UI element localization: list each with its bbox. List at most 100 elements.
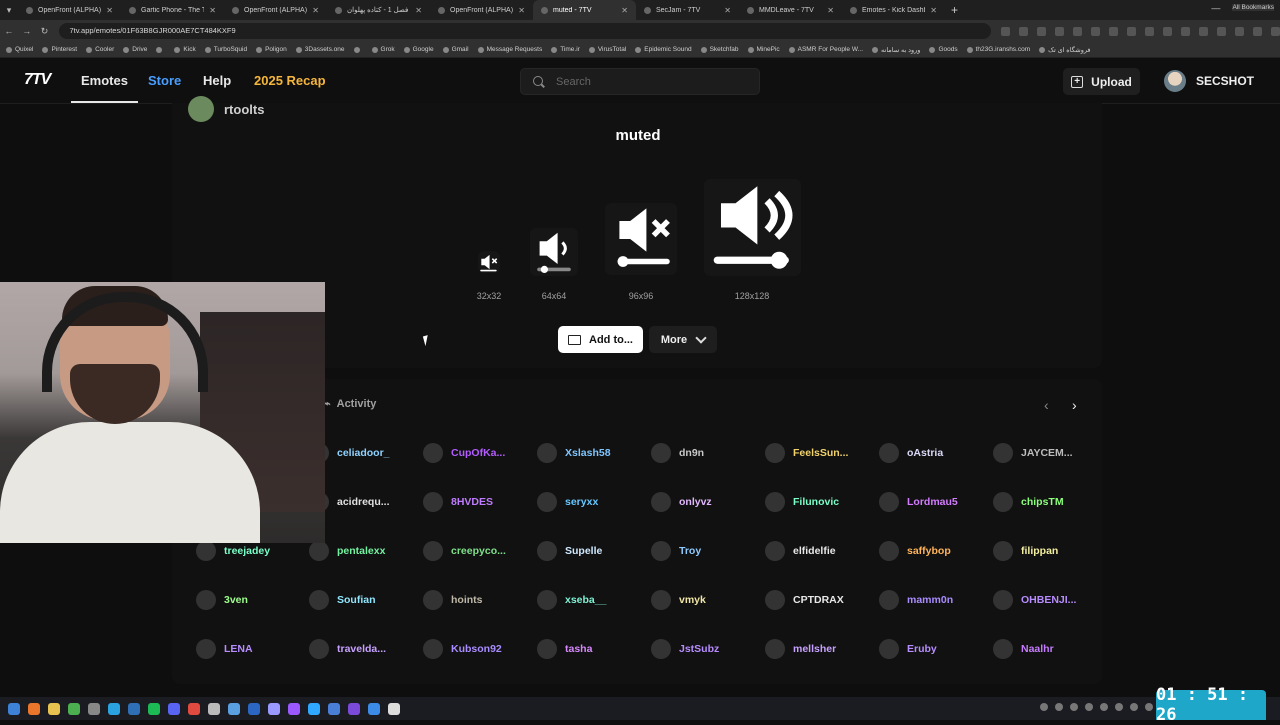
close-tab-icon[interactable]: ✕ — [621, 6, 628, 15]
user-menu[interactable]: SECSHOT — [1164, 70, 1254, 92]
chrome-icon[interactable] — [68, 702, 80, 715]
close-tab-icon[interactable]: ✕ — [930, 6, 937, 15]
bookmark-item[interactable]: Grok — [371, 46, 395, 53]
extension-icon[interactable] — [1162, 26, 1172, 36]
tray-icon[interactable] — [1040, 703, 1048, 711]
activity-user[interactable]: Kubson92 — [423, 639, 502, 659]
bookmark-item[interactable]: ورود به سامانه — [872, 46, 920, 54]
extension-icon[interactable] — [1036, 26, 1046, 36]
search-input[interactable] — [554, 74, 738, 89]
browser-tab[interactable]: Emotes - Kick Dashboard ✕ — [842, 0, 945, 20]
activity-user[interactable]: treejadey — [196, 541, 270, 561]
after-effects-icon[interactable] — [268, 702, 280, 715]
activity-user[interactable]: 8HVDES — [423, 492, 493, 512]
extension-icon[interactable] — [1072, 26, 1082, 36]
bookmark-item[interactable]: Poligon — [256, 46, 287, 53]
activity-user[interactable]: FeelsSun... — [765, 443, 848, 463]
activity-user[interactable]: JAYCEM... — [993, 443, 1073, 463]
activity-user[interactable]: hoints — [423, 590, 483, 610]
activity-user[interactable]: onlyvz — [651, 492, 712, 512]
activity-user[interactable]: pentalexx — [309, 541, 385, 561]
forward-icon[interactable]: → — [18, 26, 36, 36]
activity-user[interactable]: 3ven — [196, 590, 248, 610]
activity-user[interactable]: xseba__ — [537, 590, 606, 610]
activity-user[interactable]: Lordmau5 — [879, 492, 958, 512]
bookmark-item[interactable]: 3Dassets.one — [295, 46, 345, 53]
close-tab-icon[interactable]: ✕ — [827, 6, 834, 15]
activity-user[interactable]: Naalhr — [993, 639, 1054, 659]
tray-icon[interactable] — [1055, 703, 1063, 711]
bookmark-item[interactable]: MinePic — [747, 46, 780, 53]
extension-icon[interactable] — [1018, 26, 1028, 36]
bookmark-item[interactable]: Gmail — [442, 46, 469, 53]
extension-icon[interactable] — [1126, 26, 1136, 36]
app-icon[interactable] — [388, 702, 400, 715]
bookmark-item[interactable]: Goods — [929, 46, 958, 53]
bookmark-item[interactable]: VirusTotal — [588, 46, 626, 53]
extension-icon[interactable] — [1054, 26, 1064, 36]
all-bookmarks[interactable]: All Bookmarks — [1232, 4, 1274, 11]
nav-emotes[interactable]: Emotes — [71, 73, 138, 103]
close-tab-icon[interactable]: ✕ — [415, 6, 422, 15]
extension-icon[interactable] — [1108, 26, 1118, 36]
browser-tab[interactable]: Gartic Phone - The Telephone G ✕ — [121, 0, 224, 20]
extension-icon[interactable] — [1180, 26, 1190, 36]
extension-icon[interactable] — [1090, 26, 1100, 36]
close-tab-icon[interactable]: ✕ — [312, 6, 319, 15]
app-icon[interactable] — [368, 702, 380, 715]
close-tab-icon[interactable]: ✕ — [209, 6, 216, 15]
browser-tab[interactable]: OpenFront (ALPHA) ✕ — [18, 0, 121, 20]
new-tab-button[interactable]: + — [951, 3, 958, 17]
browser-tab[interactable]: MMDLeave - 7TV ✕ — [739, 0, 842, 20]
bookmark-item[interactable]: th23G.iranshs.com — [966, 46, 1030, 53]
activity-user[interactable]: vmyk — [651, 590, 706, 610]
search-taskbar-icon[interactable] — [28, 702, 40, 715]
tray-icon[interactable] — [1145, 703, 1153, 711]
bookmark-item[interactable]: ASMR For People W... — [788, 46, 863, 53]
start-icon[interactable] — [8, 702, 20, 715]
bookmark-item[interactable]: Message Requests — [477, 46, 542, 53]
url-field[interactable]: 7tv.app/emotes/01F63B8GJR000AE7CT484KXF9 — [59, 23, 991, 39]
file-explorer-icon[interactable] — [48, 702, 60, 715]
menu-icon[interactable] — [1270, 26, 1280, 36]
extension-icon[interactable] — [1198, 26, 1208, 36]
browser-tab[interactable]: SecJam - 7TV ✕ — [636, 0, 739, 20]
browser-tab[interactable]: OpenFront (ALPHA) ✕ — [430, 0, 533, 20]
activity-user[interactable]: seryxx — [537, 492, 598, 512]
blender-icon[interactable] — [328, 702, 340, 715]
app-icon[interactable] — [208, 702, 220, 715]
bookmark-item[interactable]: Epidemic Sound — [635, 46, 692, 53]
more-button[interactable]: More — [649, 326, 717, 353]
reload-icon[interactable]: ↻ — [36, 26, 54, 37]
activity-user[interactable]: JstSubz — [651, 639, 719, 659]
activity-user[interactable]: mellsher — [765, 639, 836, 659]
premiere-icon[interactable] — [288, 702, 300, 715]
activity-user[interactable]: CPTDRAX — [765, 590, 844, 610]
tray-icon[interactable] — [1070, 703, 1078, 711]
bookmark-item[interactable] — [353, 46, 363, 53]
profile-icon[interactable] — [1252, 26, 1262, 36]
app-icon[interactable] — [88, 702, 100, 715]
prev-page-icon[interactable]: ‹ — [1044, 397, 1049, 413]
discord-icon[interactable] — [168, 702, 180, 715]
next-page-icon[interactable]: › — [1072, 397, 1077, 413]
steam-icon[interactable] — [128, 702, 140, 715]
activity-user[interactable]: travelda... — [309, 639, 386, 659]
bookmark-item[interactable]: Sketchfab — [700, 46, 739, 53]
close-tab-icon[interactable]: ✕ — [724, 6, 731, 15]
logo[interactable]: 7TV — [24, 71, 51, 89]
tray-icon[interactable] — [1115, 703, 1123, 711]
activity-user[interactable]: elfidelfie — [765, 541, 836, 561]
emote-owner[interactable]: rtoolts — [188, 96, 264, 122]
minimize-icon[interactable]: — — [1211, 3, 1220, 14]
activity-user[interactable]: Filunovic — [765, 492, 839, 512]
browser-tab[interactable]: پهلوانان - فصل 1 - کتاده پهلوان ✕ — [327, 0, 430, 20]
browser-tab[interactable]: muted - 7TV ✕ — [533, 0, 636, 20]
app-icon[interactable] — [248, 702, 260, 715]
activity-user[interactable]: Eruby — [879, 639, 937, 659]
activity-user[interactable]: CupOfKa... — [423, 443, 505, 463]
photoshop-icon[interactable] — [308, 702, 320, 715]
activity-user[interactable]: LENA — [196, 639, 253, 659]
add-to-button[interactable]: Add to... — [558, 326, 643, 353]
extension-icon[interactable] — [1234, 26, 1244, 36]
